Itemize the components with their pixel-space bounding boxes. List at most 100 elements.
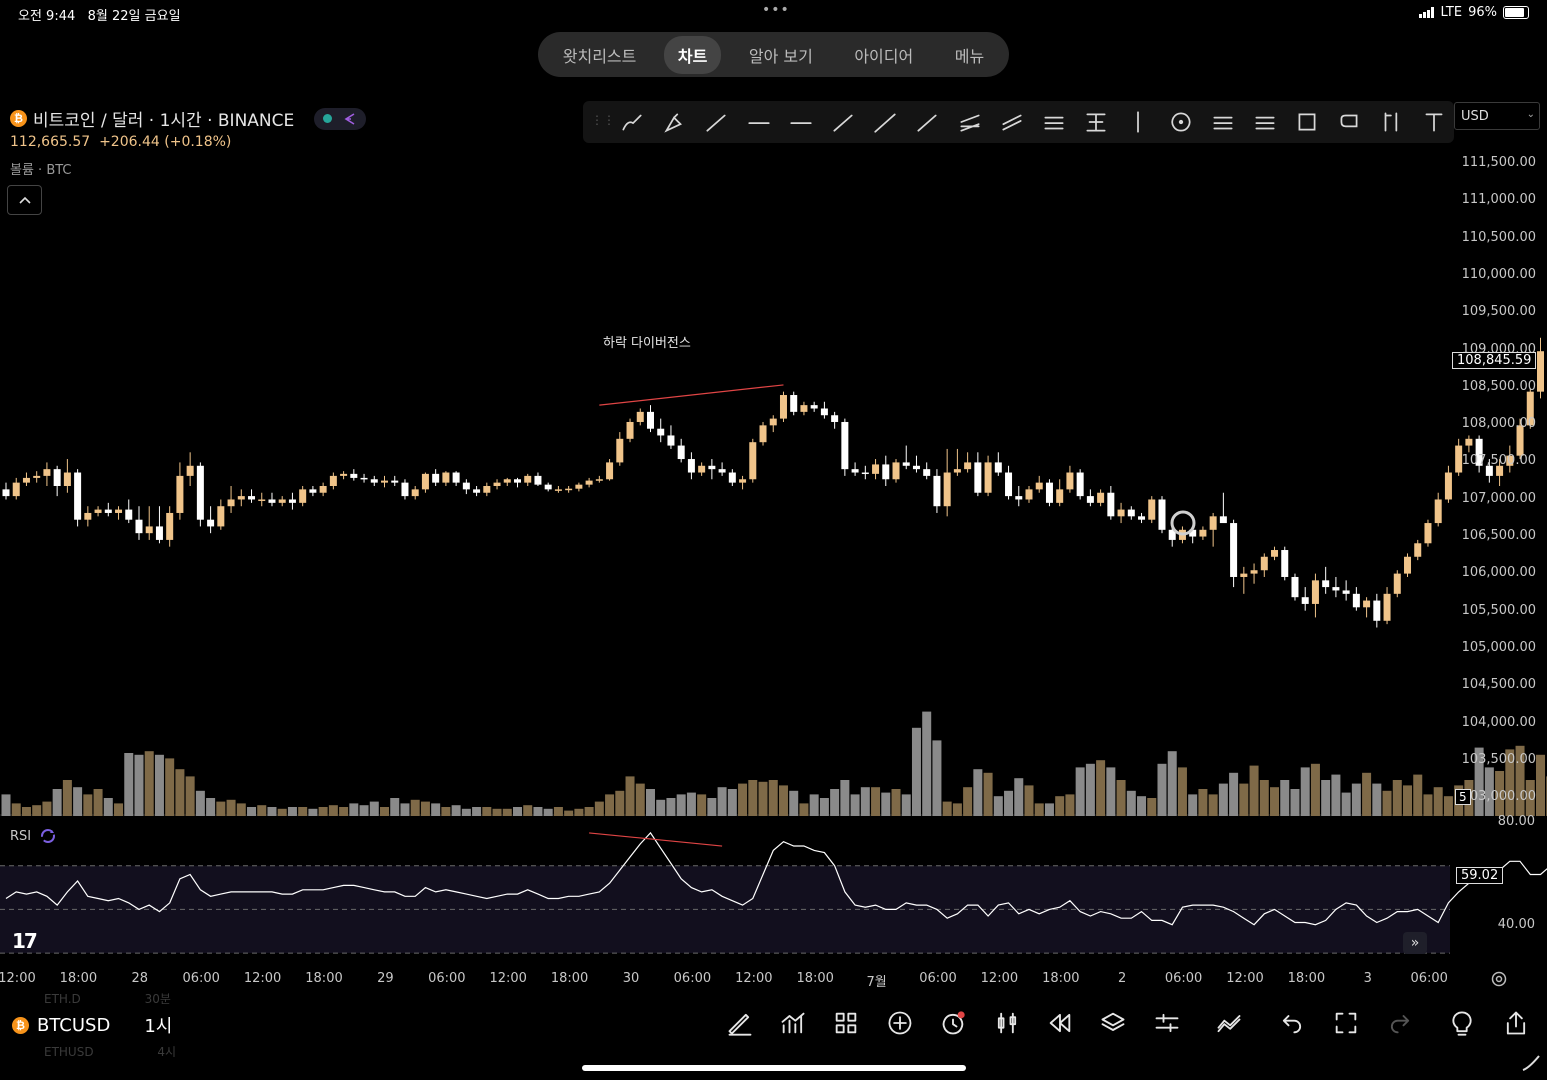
replay-icon[interactable] (1046, 1009, 1074, 1037)
candle (462, 479, 470, 495)
circle-icon[interactable] (1168, 109, 1194, 135)
volume-bar (1137, 796, 1147, 816)
volume-bar (952, 803, 962, 816)
candle (595, 475, 603, 483)
trend-line-icon[interactable] (703, 109, 729, 135)
refresh-icon[interactable] (39, 827, 57, 845)
volume-bar (359, 805, 369, 816)
scroll-to-realtime-button[interactable]: » (1403, 932, 1427, 954)
volume-bar (134, 754, 144, 816)
volume-bar (216, 801, 226, 816)
volume-bar (1055, 796, 1065, 816)
alert-icon[interactable] (939, 1009, 967, 1037)
gann-box-icon[interactable] (1210, 109, 1236, 135)
info-line-icon[interactable] (914, 109, 940, 135)
ideas-bulb-icon[interactable] (1448, 1009, 1476, 1037)
callout-icon[interactable] (1336, 109, 1362, 135)
candle (514, 477, 521, 488)
candle (1015, 486, 1023, 507)
layers-icon[interactable] (1099, 1009, 1127, 1037)
volume-bar (1382, 790, 1392, 816)
currency-value: USD (1461, 109, 1489, 124)
indicators-icon[interactable] (779, 1009, 807, 1037)
candle (421, 472, 429, 493)
candle (84, 506, 92, 527)
volume-bar (93, 789, 103, 816)
candle (350, 469, 358, 481)
home-indicator[interactable] (582, 1065, 966, 1071)
candle (1250, 563, 1258, 584)
candle (820, 401, 828, 419)
bottom-interval[interactable]: 1시 (144, 1012, 172, 1038)
vertical-line-icon[interactable] (1125, 109, 1151, 135)
brush-icon[interactable] (619, 109, 645, 135)
rectangle-icon[interactable] (1294, 109, 1320, 135)
divergence-annotation[interactable]: 하락 다이버전스 (603, 332, 691, 351)
candle (554, 486, 562, 493)
volume-bar (778, 785, 788, 816)
parallel-channel-icon[interactable] (957, 109, 983, 135)
highlighter-icon[interactable] (661, 109, 687, 135)
extended-line-icon[interactable] (872, 109, 898, 135)
fib-retracement-icon[interactable] (1083, 109, 1109, 135)
share-icon[interactable] (1502, 1009, 1530, 1037)
volume-scale-badge[interactable]: 5 (1455, 789, 1471, 805)
rsi-divergence-line[interactable] (589, 832, 723, 847)
multitask-dots-icon[interactable]: ••• (762, 2, 790, 18)
redo-icon[interactable] (1386, 1009, 1414, 1037)
candle (687, 452, 695, 480)
fullscreen-icon[interactable] (1332, 1009, 1360, 1037)
drawing-pen-icon[interactable] (726, 1009, 754, 1037)
settings-sliders-icon[interactable] (1153, 1009, 1181, 1037)
undo-icon[interactable] (1278, 1009, 1306, 1037)
volume-bar (1310, 763, 1320, 816)
tab-ideas[interactable]: 아이디어 (840, 36, 927, 74)
pitchfork-icon[interactable] (1041, 109, 1067, 135)
price-divergence-line[interactable] (599, 384, 784, 406)
long-position-icon[interactable] (1379, 109, 1405, 135)
horizontal-line-icon[interactable] (746, 109, 772, 135)
text-tool-icon[interactable] (1421, 109, 1447, 135)
symbol-title-row[interactable]: ₿ 비트코인 / 달러 · 1시간 · BINANCE (10, 106, 367, 131)
chart-type-icon[interactable] (993, 1009, 1021, 1037)
rsi-legend[interactable]: RSI (10, 827, 57, 845)
tab-explore[interactable]: 알아 보기 (735, 36, 827, 74)
candle (708, 459, 716, 480)
price-chart[interactable] (0, 140, 1547, 970)
candle (329, 472, 337, 490)
current-price-tag: 108,845.59 (1452, 352, 1537, 369)
candle (288, 492, 296, 510)
main-tabs: 왓치리스트 차트 알아 보기 아이디어 메뉴 (538, 32, 1009, 77)
volume-bar (62, 780, 72, 816)
ray-icon[interactable] (830, 109, 856, 135)
candle (63, 459, 71, 493)
volume-bar (543, 808, 553, 816)
ghost-watchlist-row-below: ETHUSD 4시 (44, 1043, 176, 1060)
time-tick: 18:00 (550, 971, 589, 986)
price-tick: 107,000.00 (1461, 490, 1536, 506)
drag-handle-icon[interactable]: ⋮⋮ (591, 113, 615, 127)
volume-bar (1372, 783, 1382, 816)
add-icon[interactable] (886, 1009, 914, 1037)
chart-settings-button[interactable] (1490, 970, 1508, 992)
symbol-interval-switcher[interactable]: ₿ BTCUSD 1시 (12, 1012, 172, 1038)
market-status-pill[interactable] (314, 107, 367, 130)
symbol-title[interactable]: 비트코인 / 달러 · 1시간 · BINANCE (33, 106, 294, 131)
tab-watchlist[interactable]: 왓치리스트 (549, 36, 651, 74)
tab-menu[interactable]: 메뉴 (941, 36, 998, 74)
volume-bar (308, 808, 318, 816)
candle (248, 489, 256, 503)
currency-select[interactable]: USD ⌄ (1454, 102, 1540, 130)
time-tick: 06:00 (428, 971, 466, 986)
horizontal-ray-icon[interactable] (788, 109, 814, 135)
regression-trend-icon[interactable] (999, 109, 1025, 135)
fib-channel-icon[interactable] (1252, 109, 1278, 135)
layouts-icon[interactable] (832, 1009, 860, 1037)
candle (340, 471, 348, 480)
tab-chart[interactable]: 차트 (663, 35, 722, 74)
candle (1199, 526, 1207, 540)
volume-bar (1300, 767, 1310, 816)
bottom-symbol[interactable]: BTCUSD (37, 1015, 110, 1036)
compare-icon[interactable] (1215, 1009, 1243, 1037)
candle (258, 492, 266, 507)
